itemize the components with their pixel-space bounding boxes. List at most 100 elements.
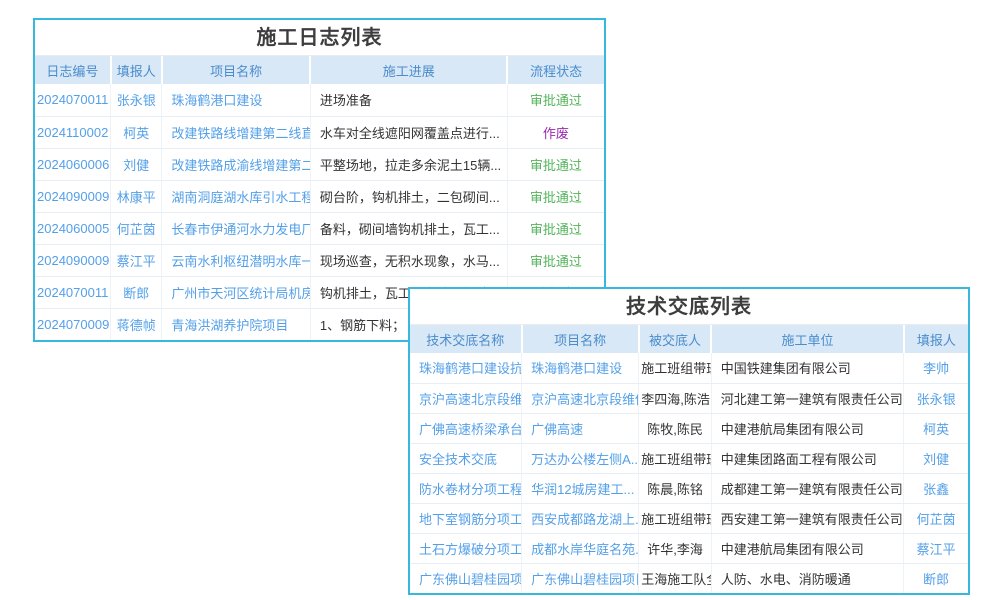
project-link[interactable]: 长春市伊通河水力发电厂...	[162, 212, 311, 244]
column-header-log-id-link: 日志编号	[35, 56, 111, 84]
project-link[interactable]: 成都水岸华庭名苑...	[522, 533, 639, 563]
column-header-project-link: 项目名称	[522, 325, 639, 353]
reporter-link[interactable]: 李帅	[904, 353, 968, 383]
table-row: 2024060006刘健改建铁路成渝线增建第二...平整场地，拉走多余泥土15辆…	[35, 148, 604, 180]
status-badge: 作废	[507, 116, 604, 148]
table-row: 防水卷材分项工程施...华润12城房建工...陈晨,陈铭成都建工第一建筑有限责任…	[410, 473, 968, 503]
status-badge: 审批通过	[507, 148, 604, 180]
construction-unit-text: 中国铁建集团有限公司	[711, 353, 904, 383]
log-id-link[interactable]: 2024070011	[35, 84, 111, 116]
reporter-link[interactable]: 柯英	[111, 116, 162, 148]
reporter-link[interactable]: 张永银	[904, 383, 968, 413]
log-id-link[interactable]: 2024090009	[35, 180, 111, 212]
table-row: 2024070011张永银珠海鹤港口建设进场准备审批通过	[35, 84, 604, 116]
column-header-progress-text: 施工进展	[310, 56, 507, 84]
column-header-disclosure-name-link: 技术交底名称	[410, 325, 522, 353]
reporter-link[interactable]: 蔡江平	[111, 244, 162, 276]
construction-unit-text: 中建港航局集团有限公司	[711, 533, 904, 563]
project-link[interactable]: 青海洪湖养护院项目	[162, 308, 311, 340]
reporter-link[interactable]: 断郎	[904, 563, 968, 593]
project-link[interactable]: 改建铁路线增建第二线直...	[162, 116, 311, 148]
disclosure-name-link[interactable]: 安全技术交底	[410, 443, 522, 473]
reporter-link[interactable]: 柯英	[904, 413, 968, 443]
disclosure-name-link[interactable]: 广东佛山碧桂园项目...	[410, 563, 522, 593]
table-row: 安全技术交底万达办公楼左侧A...施工班组带班...中建集团路面工程有限公司刘健	[410, 443, 968, 473]
project-link[interactable]: 京沪高速北京段维修	[522, 383, 639, 413]
project-link[interactable]: 华润12城房建工...	[522, 473, 639, 503]
project-link[interactable]: 云南水利枢纽潜明水库一...	[162, 244, 311, 276]
reporter-link[interactable]: 林康平	[111, 180, 162, 212]
project-link[interactable]: 西安成都路龙湖上...	[522, 503, 639, 533]
table-row: 2024090009蔡江平云南水利枢纽潜明水库一...现场巡查，无积水现象，水马…	[35, 244, 604, 276]
recipient-text: 施工班组带班...	[639, 503, 712, 533]
project-link[interactable]: 珠海鹤港口建设	[162, 84, 311, 116]
reporter-link[interactable]: 刘健	[111, 148, 162, 180]
reporter-link[interactable]: 何芷茵	[904, 503, 968, 533]
progress-text: 平整场地，拉走多余泥土15辆...	[310, 148, 507, 180]
project-link[interactable]: 珠海鹤港口建设	[522, 353, 639, 383]
technical-disclosure-table: 技术交底名称项目名称被交底人施工单位填报人 珠海鹤港口建设抗浮...珠海鹤港口建…	[410, 325, 968, 593]
log-id-link[interactable]: 2024060005	[35, 212, 111, 244]
technical-disclosure-header-row: 技术交底名称项目名称被交底人施工单位填报人	[410, 325, 968, 353]
log-id-link[interactable]: 2024070009	[35, 308, 111, 340]
progress-text: 备料，砌间墙钩机排土，瓦工...	[310, 212, 507, 244]
progress-text: 现场巡查，无积水现象，水马...	[310, 244, 507, 276]
disclosure-name-link[interactable]: 珠海鹤港口建设抗浮...	[410, 353, 522, 383]
project-link[interactable]: 改建铁路成渝线增建第二...	[162, 148, 311, 180]
progress-text: 水车对全线遮阳网覆盖点进行...	[310, 116, 507, 148]
technical-disclosure-panel: 技术交底列表 技术交底名称项目名称被交底人施工单位填报人 珠海鹤港口建设抗浮..…	[408, 287, 970, 595]
project-link[interactable]: 广佛高速	[522, 413, 639, 443]
project-link[interactable]: 万达办公楼左侧A...	[522, 443, 639, 473]
construction-unit-text: 河北建工第一建筑有限责任公司	[711, 383, 904, 413]
table-row: 广佛高速桥梁承台施...广佛高速陈牧,陈民中建港航局集团有限公司柯英	[410, 413, 968, 443]
column-header-project-link: 项目名称	[162, 56, 311, 84]
column-header-recipient-text: 被交底人	[639, 325, 712, 353]
reporter-link[interactable]: 张鑫	[904, 473, 968, 503]
reporter-link[interactable]: 刘健	[904, 443, 968, 473]
status-badge: 审批通过	[507, 84, 604, 116]
reporter-link[interactable]: 蔡江平	[904, 533, 968, 563]
recipient-text: 陈晨,陈铭	[639, 473, 712, 503]
column-header-reporter-link: 填报人	[904, 325, 968, 353]
construction-log-title: 施工日志列表	[35, 20, 604, 56]
column-header-construction-unit-text: 施工单位	[711, 325, 904, 353]
construction-log-header-row: 日志编号填报人项目名称施工进展流程状态	[35, 56, 604, 84]
recipient-text: 许华,李海	[639, 533, 712, 563]
disclosure-name-link[interactable]: 广佛高速桥梁承台施...	[410, 413, 522, 443]
progress-text: 进场准备	[310, 84, 507, 116]
table-row: 京沪高速北京段维修...京沪高速北京段维修李四海,陈浩河北建工第一建筑有限责任公…	[410, 383, 968, 413]
recipient-text: 陈牧,陈民	[639, 413, 712, 443]
reporter-link[interactable]: 张永银	[111, 84, 162, 116]
recipient-text: 施工班组带班...	[639, 353, 712, 383]
log-id-link[interactable]: 2024110002	[35, 116, 111, 148]
disclosure-name-link[interactable]: 土石方爆破分项工程...	[410, 533, 522, 563]
status-badge: 审批通过	[507, 212, 604, 244]
reporter-link[interactable]: 何芷茵	[111, 212, 162, 244]
construction-unit-text: 人防、水电、消防暖通	[711, 563, 904, 593]
disclosure-name-link[interactable]: 地下室钢筋分项工程...	[410, 503, 522, 533]
project-link[interactable]: 广东佛山碧桂园项目	[522, 563, 639, 593]
disclosure-name-link[interactable]: 京沪高速北京段维修...	[410, 383, 522, 413]
table-row: 2024110002柯英改建铁路线增建第二线直...水车对全线遮阳网覆盖点进行.…	[35, 116, 604, 148]
disclosure-name-link[interactable]: 防水卷材分项工程施...	[410, 473, 522, 503]
project-link[interactable]: 广州市天河区统计局机房...	[162, 276, 311, 308]
reporter-link[interactable]: 断郎	[111, 276, 162, 308]
log-id-link[interactable]: 2024090009	[35, 244, 111, 276]
technical-disclosure-title: 技术交底列表	[410, 289, 968, 325]
column-header-status-badge: 流程状态	[507, 56, 604, 84]
table-row: 2024060005何芷茵长春市伊通河水力发电厂...备料，砌间墙钩机排土，瓦工…	[35, 212, 604, 244]
log-id-link[interactable]: 2024070011	[35, 276, 111, 308]
recipient-text: 王海施工队全队	[639, 563, 712, 593]
log-id-link[interactable]: 2024060006	[35, 148, 111, 180]
column-header-reporter-link: 填报人	[111, 56, 162, 84]
reporter-link[interactable]: 蒋德帧	[111, 308, 162, 340]
table-row: 土石方爆破分项工程...成都水岸华庭名苑...许华,李海中建港航局集团有限公司蔡…	[410, 533, 968, 563]
recipient-text: 李四海,陈浩	[639, 383, 712, 413]
progress-text: 砌台阶，钩机排土，二包砌间...	[310, 180, 507, 212]
project-link[interactable]: 湖南洞庭湖水库引水工程...	[162, 180, 311, 212]
construction-unit-text: 中建集团路面工程有限公司	[711, 443, 904, 473]
construction-unit-text: 中建港航局集团有限公司	[711, 413, 904, 443]
table-row: 广东佛山碧桂园项目...广东佛山碧桂园项目王海施工队全队人防、水电、消防暖通断郎	[410, 563, 968, 593]
construction-unit-text: 西安建工第一建筑有限责任公司	[711, 503, 904, 533]
construction-unit-text: 成都建工第一建筑有限责任公司	[711, 473, 904, 503]
